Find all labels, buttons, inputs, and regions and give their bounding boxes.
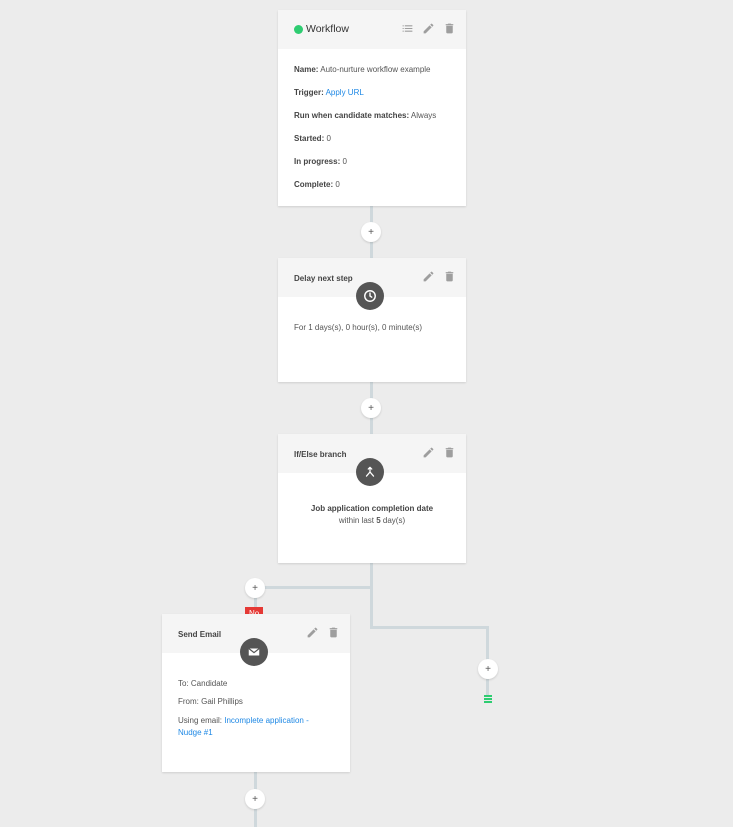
branch-within: within last 5 day(s) <box>278 515 466 527</box>
progress-label: In progress: <box>294 157 341 166</box>
name-value: Auto-nurture workflow example <box>318 65 431 74</box>
workflow-card: Workflow Name: Auto-nurture workflow exa… <box>278 10 466 206</box>
run-label: Run when candidate matches: <box>294 111 410 120</box>
connector-rail <box>370 563 373 628</box>
email-from: From: Gail Phillips <box>178 697 243 706</box>
within-suffix: day(s) <box>380 516 406 525</box>
branch-title: If/Else branch <box>294 450 347 459</box>
delay-title: Delay next step <box>294 274 353 283</box>
email-card: Send Email To: Candidate From: Gail Phil… <box>162 614 350 772</box>
workflow-complete-row: Complete: 0 <box>294 180 450 190</box>
progress-value: 0 <box>340 157 347 166</box>
workflow-progress-row: In progress: 0 <box>294 157 450 167</box>
edit-icon[interactable] <box>422 22 435 35</box>
complete-label: Complete: <box>294 180 334 189</box>
connector-rail <box>256 586 372 589</box>
workflow-title: Workflow <box>306 23 349 35</box>
connector-rail <box>370 626 488 629</box>
trash-icon[interactable] <box>327 626 340 639</box>
add-step-button[interactable]: + <box>361 222 381 242</box>
edit-icon[interactable] <box>306 626 319 639</box>
trash-icon[interactable] <box>443 270 456 283</box>
branch-condition: Job application completion date <box>310 504 434 513</box>
edit-icon[interactable] <box>422 446 435 459</box>
trigger-label: Trigger: <box>294 88 324 97</box>
delay-card: Delay next step For 1 days(s), 0 hour(s)… <box>278 258 466 382</box>
workflow-run-row: Run when candidate matches: Always <box>294 111 450 121</box>
workflow-trigger-row: Trigger: Apply URL <box>294 88 450 98</box>
name-label: Name: <box>294 65 319 74</box>
within-prefix: within last <box>338 516 377 525</box>
clock-icon <box>356 282 384 310</box>
trigger-link[interactable]: Apply URL <box>326 88 364 97</box>
branch-icon <box>356 458 384 486</box>
using-label: Using email: <box>178 716 225 725</box>
email-using: Using email: Incomplete application - Nu… <box>178 715 334 739</box>
add-step-button[interactable]: + <box>361 398 381 418</box>
workflow-name-row: Name: Auto-nurture workflow example <box>294 65 450 75</box>
started-value: 0 <box>324 134 331 143</box>
delay-text: For 1 days(s), 0 hour(s), 0 minute(s) <box>294 323 423 332</box>
email-title: Send Email <box>178 630 222 639</box>
trash-icon[interactable] <box>443 446 456 459</box>
trash-icon[interactable] <box>443 22 456 35</box>
status-indicator <box>294 25 303 34</box>
end-marker-icon <box>484 695 492 703</box>
add-no-branch-step-button[interactable]: + <box>245 578 265 598</box>
email-card-body: To: Candidate From: Gail Phillips Using … <box>162 653 350 768</box>
add-yes-branch-step-button[interactable]: + <box>478 659 498 679</box>
edit-icon[interactable] <box>422 270 435 283</box>
started-label: Started: <box>294 134 325 143</box>
add-step-button[interactable]: + <box>245 789 265 809</box>
run-value: Always <box>409 111 437 120</box>
workflow-card-header: Workflow <box>278 10 466 49</box>
workflow-card-body: Name: Auto-nurture workflow example Trig… <box>278 49 466 219</box>
list-icon[interactable] <box>401 22 414 35</box>
email-to: To: Candidate <box>178 679 228 688</box>
branch-card: If/Else branch Job application completio… <box>278 434 466 563</box>
workflow-started-row: Started: 0 <box>294 134 450 144</box>
envelope-icon <box>240 638 268 666</box>
complete-value: 0 <box>333 180 340 189</box>
